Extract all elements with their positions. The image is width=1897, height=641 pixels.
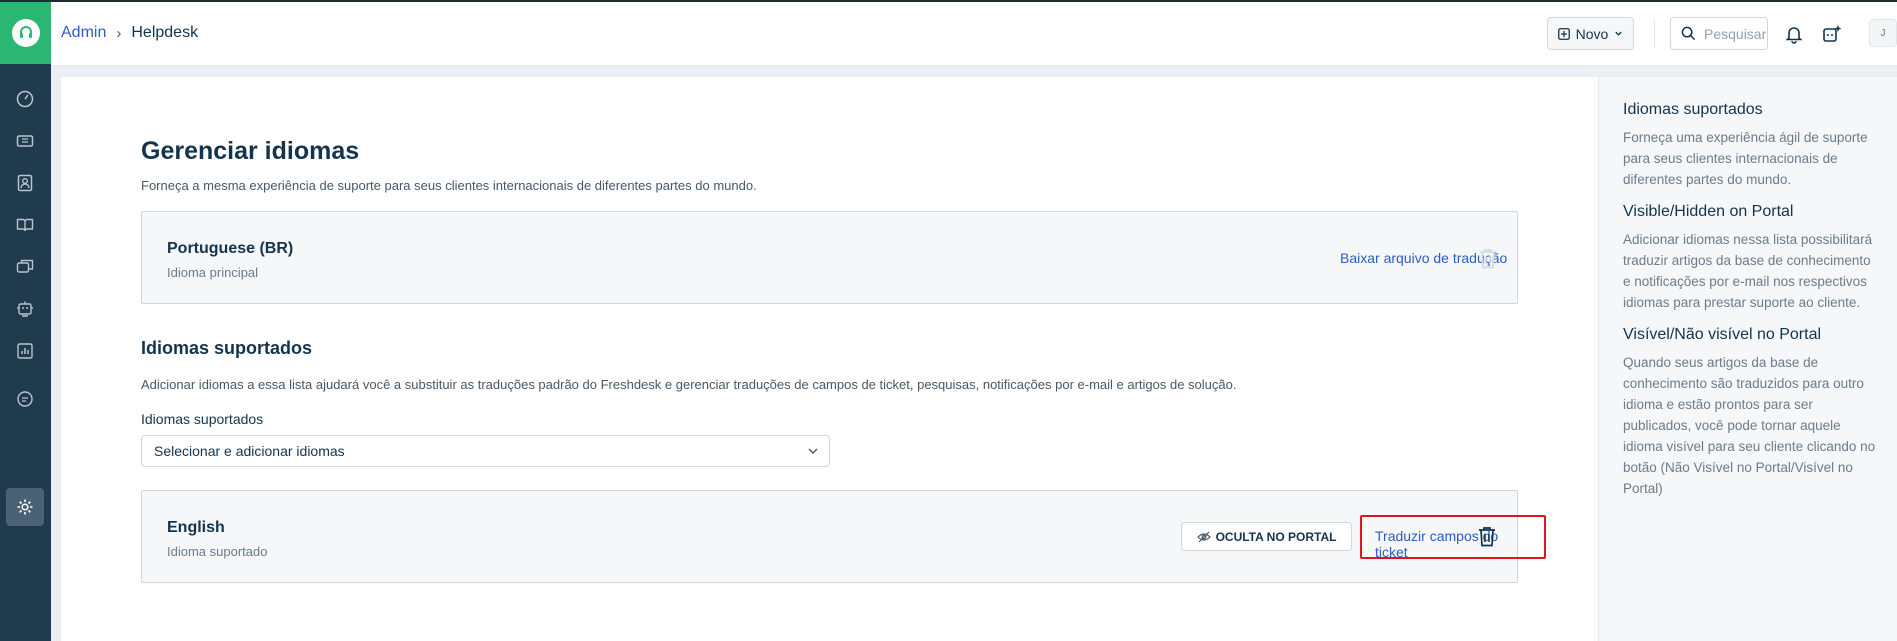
knowledge-base-icon[interactable]: [6, 206, 44, 244]
new-button-label: Novo: [1575, 25, 1609, 42]
eye-off-icon: [1196, 531, 1211, 542]
breadcrumb-admin-link[interactable]: Admin: [61, 24, 106, 42]
hidden-on-portal-label: OCULTA NO PORTAL: [1215, 529, 1337, 544]
primary-language-card: Portuguese (BR) Idioma principal Baixar …: [141, 211, 1518, 304]
supported-languages-title: Idiomas suportados: [141, 338, 313, 358]
help-section: Idiomas suportados Forneça uma experiênc…: [1623, 101, 1877, 190]
help-section-title: Visible/Hidden on Portal: [1623, 203, 1794, 220]
app-logo[interactable]: [0, 2, 51, 64]
chevron-right-icon: ›: [116, 24, 122, 42]
chat-icon[interactable]: [6, 380, 44, 418]
dashboard-icon[interactable]: [6, 80, 44, 118]
help-section-title: Visível/Não visível no Portal: [1623, 326, 1822, 343]
add-languages-select-value: Selecionar e adicionar idiomas: [154, 443, 345, 459]
sidebar: [0, 2, 51, 641]
trash-icon: [1477, 246, 1499, 270]
add-languages-select[interactable]: Selecionar e adicionar idiomas: [141, 435, 830, 467]
new-button[interactable]: Novo: [1547, 17, 1634, 50]
language-name: English: [167, 519, 225, 536]
help-panel: Idiomas suportados Forneça uma experiênc…: [1598, 77, 1897, 641]
help-section-title: Idiomas suportados: [1623, 101, 1763, 118]
help-section-text: Quando seus artigos da base de conhecime…: [1623, 355, 1876, 496]
search-placeholder: Pesquisar: [1704, 25, 1767, 42]
supported-languages-field-label: Idiomas suportados: [141, 411, 264, 427]
contacts-icon[interactable]: [6, 164, 44, 202]
help-section-text: Adicionar idiomas nessa lista possibilit…: [1623, 232, 1873, 310]
plus-square-icon: [1557, 27, 1570, 40]
page-subtitle: Forneça a mesma experiência de suporte p…: [141, 178, 757, 193]
avatar[interactable]: J: [1869, 19, 1897, 47]
help-section: Visível/Não visível no Portal Quando seu…: [1623, 326, 1877, 499]
headset-logo-icon: [11, 19, 40, 47]
page-title: Gerenciar idiomas: [141, 137, 360, 165]
search-input[interactable]: Pesquisar: [1670, 17, 1768, 50]
help-section-text: Forneça uma experiência ágil de suporte …: [1623, 130, 1868, 187]
language-card-english: English Idioma suportado OCULTA NO PORTA…: [141, 490, 1546, 583]
hidden-on-portal-button[interactable]: OCULTA NO PORTAL: [1181, 522, 1352, 551]
search-icon: [1681, 26, 1696, 41]
delete-language-trash-icon[interactable]: [1476, 524, 1498, 548]
chevron-down-icon: [1615, 31, 1623, 36]
primary-language-name: Portuguese (BR): [167, 240, 294, 257]
forums-icon[interactable]: [6, 248, 44, 286]
ai-sparkle-icon[interactable]: [1820, 22, 1844, 46]
primary-language-role: Idioma principal: [167, 265, 259, 280]
language-role: Idioma suportado: [167, 544, 268, 559]
admin-gear-icon[interactable]: [6, 488, 44, 526]
tickets-icon[interactable]: [6, 122, 44, 160]
breadcrumb: Admin › Helpdesk: [61, 24, 198, 42]
breadcrumb-current: Helpdesk: [131, 24, 199, 41]
bot-icon[interactable]: [6, 290, 44, 328]
notification-bell-icon[interactable]: [1782, 22, 1806, 46]
supported-languages-description: Adicionar idiomas a essa lista ajudará v…: [141, 377, 1237, 392]
chevron-down-icon: [808, 448, 818, 454]
reports-icon[interactable]: [6, 332, 44, 370]
header-divider: [1654, 20, 1655, 48]
main-content: Gerenciar idiomas Forneça a mesma experi…: [61, 77, 1598, 641]
help-section: Visible/Hidden on Portal Adicionar idiom…: [1623, 203, 1877, 313]
top-header: Admin › Helpdesk Novo Pesquisar J: [51, 2, 1897, 66]
